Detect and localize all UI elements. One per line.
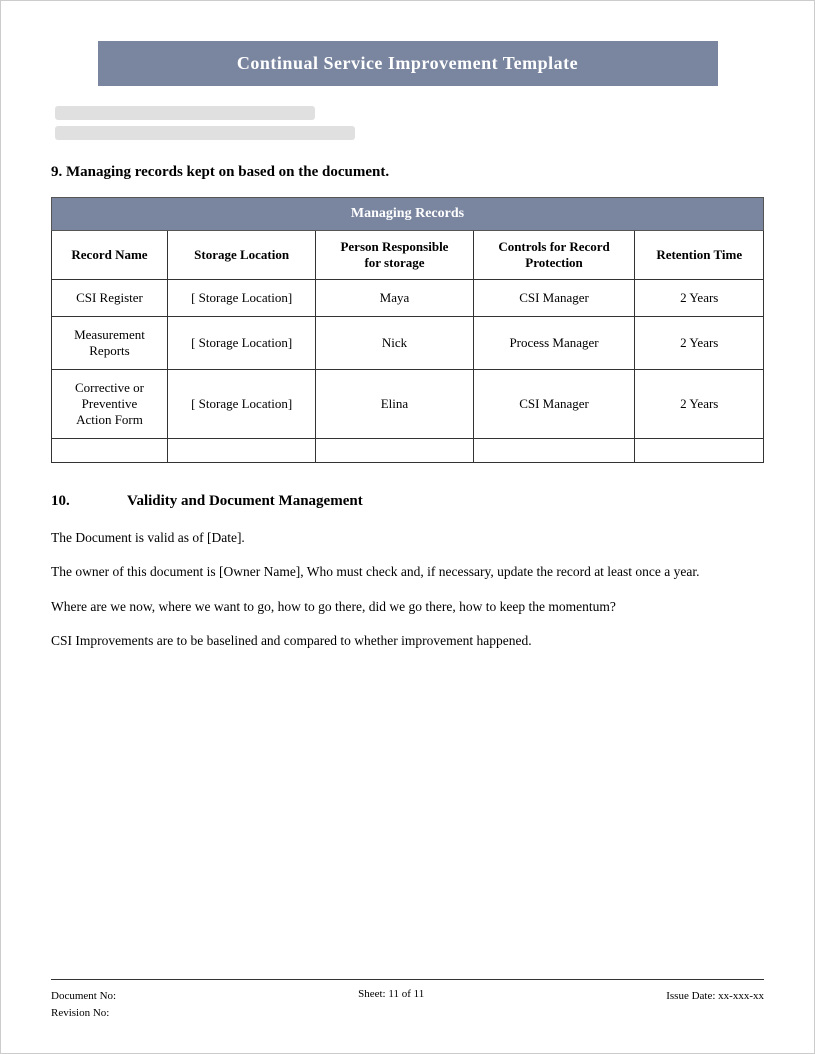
row3-record-name: Corrective orPreventiveAction Form [52, 370, 168, 439]
row1-retention: 2 Years [635, 280, 764, 317]
section10-para-1: The Document is valid as of [Date]. [51, 528, 764, 548]
section10-heading: 10. Validity and Document Management [51, 493, 764, 510]
table-row-2: MeasurementReports [ Storage Location] N… [52, 317, 764, 370]
row2-record-name: MeasurementReports [52, 317, 168, 370]
document-no-label: Document No: [51, 988, 116, 1006]
revision-no-label: Revision No: [51, 1005, 116, 1023]
empty-cell-3 [316, 439, 473, 463]
footer-center: Sheet: 11 of 11 [358, 988, 424, 1000]
section10-title: Validity and Document Management [127, 493, 363, 509]
row2-controls: Process Manager [473, 317, 635, 370]
table-title-cell: Managing Records [52, 198, 764, 231]
table-header-row: Record Name Storage Location Person Resp… [52, 231, 764, 280]
table-row-3: Corrective orPreventiveAction Form [ Sto… [52, 370, 764, 439]
footer-left: Document No: Revision No: [51, 988, 116, 1023]
section10-number: 10. [51, 493, 70, 509]
managing-records-table: Managing Records Record Name Storage Loc… [51, 197, 764, 463]
section10-para-4: CSI Improvements are to be baselined and… [51, 631, 764, 651]
section9-heading: 9. Managing records kept on based on the… [51, 164, 764, 181]
col-header-record-name: Record Name [52, 231, 168, 280]
empty-cell-1 [52, 439, 168, 463]
blurred-section [55, 106, 764, 140]
table-row-1: CSI Register [ Storage Location] Maya CS… [52, 280, 764, 317]
sheet-label: Sheet: 11 of 11 [358, 988, 424, 1000]
row3-retention: 2 Years [635, 370, 764, 439]
col-header-retention: Retention Time [635, 231, 764, 280]
row2-person: Nick [316, 317, 473, 370]
row2-retention: 2 Years [635, 317, 764, 370]
page-title: Continual Service Improvement Template [237, 53, 578, 73]
col-header-storage-location: Storage Location [167, 231, 315, 280]
row3-storage: [ Storage Location] [167, 370, 315, 439]
col-header-controls: Controls for RecordProtection [473, 231, 635, 280]
empty-cell-2 [167, 439, 315, 463]
row3-person: Elina [316, 370, 473, 439]
row1-storage: [ Storage Location] [167, 280, 315, 317]
row1-record-name: CSI Register [52, 280, 168, 317]
footer-divider [51, 979, 764, 980]
blurred-line-1 [55, 106, 315, 120]
blurred-line-2 [55, 126, 355, 140]
row1-person: Maya [316, 280, 473, 317]
row2-storage: [ Storage Location] [167, 317, 315, 370]
footer-right: Issue Date: xx-xxx-xx [666, 988, 764, 1023]
page-container: Continual Service Improvement Template 9… [0, 0, 815, 1054]
section10-para-2: The owner of this document is [Owner Nam… [51, 562, 764, 582]
table-row-empty [52, 439, 764, 463]
section10-para-3: Where are we now, where we want to go, h… [51, 597, 764, 617]
table-title-row: Managing Records [52, 198, 764, 231]
col-header-person-responsible: Person Responsiblefor storage [316, 231, 473, 280]
footer: Document No: Revision No: Sheet: 11 of 1… [51, 979, 764, 1023]
issue-date-label: Issue Date: xx-xxx-xx [666, 990, 764, 1002]
empty-cell-4 [473, 439, 635, 463]
footer-content: Document No: Revision No: Sheet: 11 of 1… [51, 988, 764, 1023]
title-box: Continual Service Improvement Template [98, 41, 718, 86]
row3-controls: CSI Manager [473, 370, 635, 439]
row1-controls: CSI Manager [473, 280, 635, 317]
empty-cell-5 [635, 439, 764, 463]
